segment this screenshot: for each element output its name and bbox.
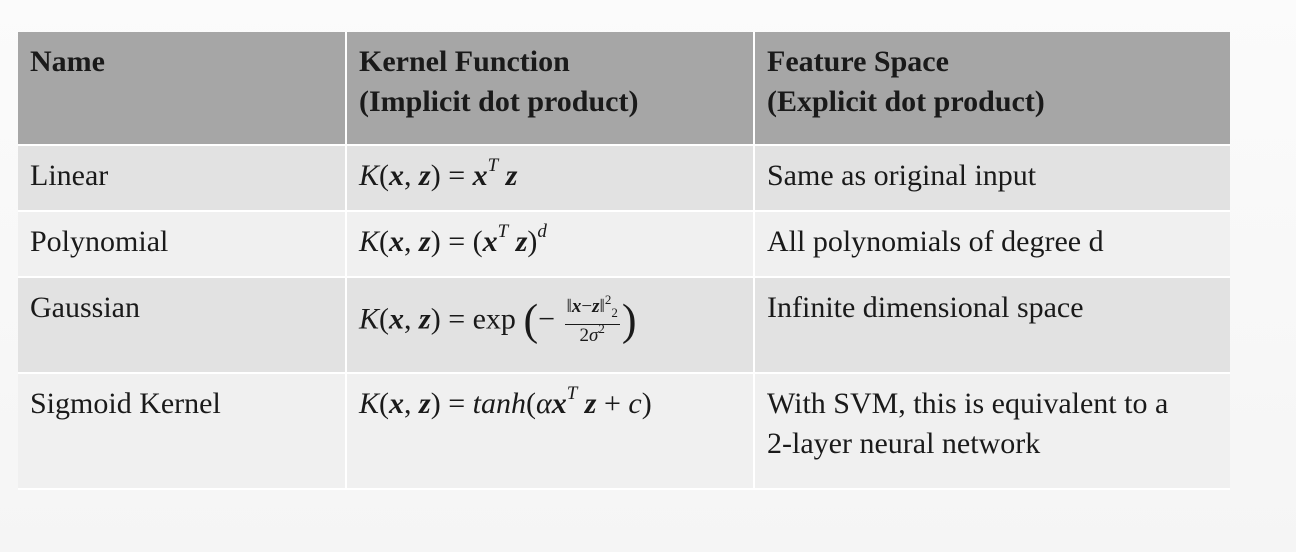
feature-space: With SVM, this is equivalent to a 2-laye… bbox=[754, 373, 1230, 490]
table-row: Gaussian K(x, z) = exp (− ‖x−z‖22 2σ2) In… bbox=[18, 277, 1230, 374]
kernel-formula: K(x, z) = (xT z)d bbox=[346, 211, 755, 278]
kernel-formula: K(x, z) = exp (− ‖x−z‖22 2σ2) bbox=[346, 277, 755, 374]
table-row: Polynomial K(x, z) = (xT z)d All polynom… bbox=[18, 211, 1230, 278]
row-name: Gaussian bbox=[18, 277, 347, 374]
header-feature-space: Feature Space (Explicit dot product) bbox=[754, 32, 1230, 146]
row-name: Sigmoid Kernel bbox=[18, 373, 347, 490]
kernel-formula: K(x, z) = xT z bbox=[346, 145, 755, 212]
feature-space: Infinite dimensional space bbox=[754, 277, 1230, 374]
feature-space: Same as original input bbox=[754, 145, 1230, 212]
table-row: Sigmoid Kernel K(x, z) = tanh(αxT z + c)… bbox=[18, 373, 1230, 490]
header-name: Name bbox=[18, 32, 347, 146]
feature-space: All polynomials of degree d bbox=[754, 211, 1230, 278]
row-name: Linear bbox=[18, 145, 347, 212]
table-row: Linear K(x, z) = xT z Same as original i… bbox=[18, 145, 1230, 212]
row-name: Polynomial bbox=[18, 211, 347, 278]
kernel-table: Name Kernel Function (Implicit dot produ… bbox=[18, 32, 1230, 490]
header-row: Name Kernel Function (Implicit dot produ… bbox=[18, 32, 1230, 146]
header-kernel-function: Kernel Function (Implicit dot product) bbox=[346, 32, 755, 146]
kernel-formula: K(x, z) = tanh(αxT z + c) bbox=[346, 373, 755, 490]
